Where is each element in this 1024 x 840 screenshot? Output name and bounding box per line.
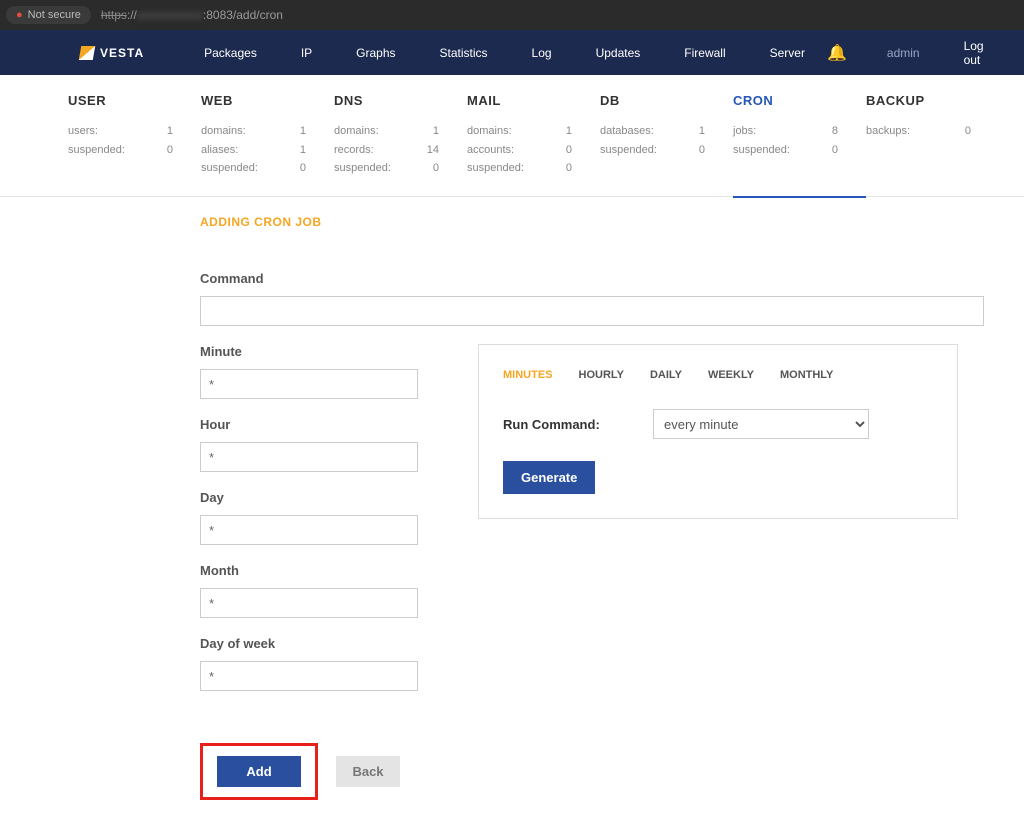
add-button[interactable]: Add [217, 756, 301, 787]
stat-row: jobs:8 [733, 122, 856, 141]
stat-col-user[interactable]: USER users:1suspended:0 [68, 93, 201, 178]
label-run-command: Run Command: [503, 417, 613, 432]
page-body: ADDING CRON JOB Command Minute Hour Day … [0, 197, 1024, 840]
nav-log[interactable]: Log [510, 46, 574, 60]
brand-label: VESTA [100, 46, 144, 60]
warning-icon: ● [16, 9, 23, 21]
address-url[interactable]: https://xxxxxxxxxxx:8083/add/cron [101, 8, 283, 22]
not-secure-badge: ● Not secure [6, 6, 91, 24]
stat-row: backups:0 [866, 122, 989, 141]
stat-row: suspended:0 [201, 159, 324, 178]
helper-tabs: MINUTES HOURLY DAILY WEEKLY MONTHLY [503, 369, 933, 381]
hour-input[interactable] [200, 442, 418, 472]
stat-col-dns[interactable]: DNS domains:1records:14suspended:0 [334, 93, 467, 178]
stat-row: suspended:0 [467, 159, 590, 178]
brand-logo[interactable]: VESTA [80, 46, 144, 60]
stat-row: domains:1 [334, 122, 457, 141]
tab-monthly[interactable]: MONTHLY [780, 369, 833, 381]
nav-firewall[interactable]: Firewall [662, 46, 747, 60]
nav-statistics[interactable]: Statistics [418, 46, 510, 60]
stat-row: users:1 [68, 122, 191, 141]
month-input[interactable] [200, 588, 418, 618]
nav-admin[interactable]: admin [865, 46, 942, 60]
stat-col-web[interactable]: WEB domains:1aliases:1suspended:0 [201, 93, 334, 178]
page-title: ADDING CRON JOB [200, 215, 1024, 229]
not-secure-label: Not secure [28, 9, 81, 21]
tab-daily[interactable]: DAILY [650, 369, 682, 381]
stat-col-mail[interactable]: MAIL domains:1accounts:0suspended:0 [467, 93, 600, 178]
tab-hourly[interactable]: HOURLY [579, 369, 624, 381]
back-button[interactable]: Back [336, 756, 400, 787]
bell-icon[interactable]: 🔔 [827, 43, 847, 63]
stat-title: MAIL [467, 93, 590, 108]
minute-input[interactable] [200, 369, 418, 399]
top-nav: VESTA Packages IP Graphs Statistics Log … [0, 30, 1024, 75]
nav-ip[interactable]: IP [279, 46, 334, 60]
stat-row: suspended:0 [733, 141, 856, 160]
stat-row: suspended:0 [68, 141, 191, 160]
stat-title: DB [600, 93, 723, 108]
stat-row: suspended:0 [334, 159, 457, 178]
stat-row: domains:1 [201, 122, 324, 141]
stat-title: DNS [334, 93, 457, 108]
stat-title: BACKUP [866, 93, 989, 108]
nav-graphs[interactable]: Graphs [334, 46, 417, 60]
stat-row: suspended:0 [600, 141, 723, 160]
stat-row: aliases:1 [201, 141, 324, 160]
nav-updates[interactable]: Updates [574, 46, 663, 60]
label-command: Command [200, 271, 1024, 286]
label-minute: Minute [200, 344, 418, 359]
stat-row: databases:1 [600, 122, 723, 141]
tab-weekly[interactable]: WEEKLY [708, 369, 754, 381]
browser-address-bar: ● Not secure https://xxxxxxxxxxx:8083/ad… [0, 0, 1024, 30]
stat-title: WEB [201, 93, 324, 108]
generate-button[interactable]: Generate [503, 461, 595, 494]
run-command-select[interactable]: every minute [653, 409, 869, 439]
nav-logout[interactable]: Log out [942, 39, 1024, 67]
command-input[interactable] [200, 296, 984, 326]
nav-server[interactable]: Server [748, 46, 827, 60]
stat-row: accounts:0 [467, 141, 590, 160]
label-month: Month [200, 563, 418, 578]
stat-col-db[interactable]: DB databases:1suspended:0 [600, 93, 733, 178]
vesta-logo-icon [79, 46, 95, 60]
day-input[interactable] [200, 515, 418, 545]
nav-packages[interactable]: Packages [182, 46, 279, 60]
stat-title: USER [68, 93, 191, 108]
dow-input[interactable] [200, 661, 418, 691]
stats-bar: USERusers:1suspended:0WEBdomains:1aliase… [0, 75, 1024, 196]
cron-helper-panel: MINUTES HOURLY DAILY WEEKLY MONTHLY Run … [478, 344, 958, 519]
stat-row: records:14 [334, 141, 457, 160]
stat-col-cron[interactable]: CRON jobs:8suspended:0 [733, 93, 866, 198]
label-hour: Hour [200, 417, 418, 432]
label-dow: Day of week [200, 636, 418, 651]
stat-col-backup[interactable]: BACKUP backups:0 [866, 93, 999, 178]
label-day: Day [200, 490, 418, 505]
stat-title: CRON [733, 93, 856, 108]
tab-minutes[interactable]: MINUTES [503, 369, 553, 381]
stat-row: domains:1 [467, 122, 590, 141]
